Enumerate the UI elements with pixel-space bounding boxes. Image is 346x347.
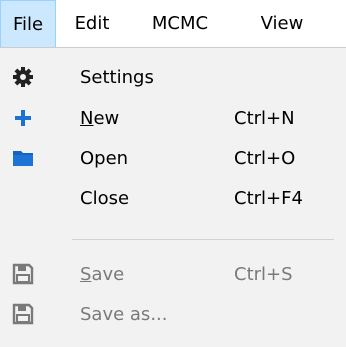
menu-item-shortcut: Ctrl+N	[234, 108, 295, 129]
menu-item-close[interactable]: Close Ctrl+F4	[0, 179, 346, 218]
floppy-disk-icon	[11, 302, 35, 326]
gear-icon	[11, 65, 35, 89]
menu-item-label: Save	[80, 255, 124, 294]
menu-item-label: Save as...	[80, 304, 168, 325]
menu-separator	[72, 239, 334, 240]
menu-item-open[interactable]: Open Ctrl+O	[0, 139, 346, 178]
file-menu-dropdown: Settings New Ctrl+N Open Ctrl+O Close Ct…	[0, 47, 346, 347]
menu-item-shortcut: Ctrl+O	[234, 148, 296, 169]
menu-item-save[interactable]: Save Ctrl+S	[0, 255, 346, 294]
label-rest: ave	[91, 264, 125, 285]
menu-item-shortcut: Ctrl+F4	[234, 188, 303, 209]
menu-item-shortcut: Ctrl+S	[234, 264, 293, 285]
menu-file[interactable]: File	[0, 0, 56, 48]
label-rest: ew	[93, 108, 120, 129]
mnemonic-letter: N	[80, 108, 94, 129]
menu-item-label: Settings	[80, 67, 154, 88]
floppy-disk-icon	[11, 262, 35, 286]
menu-view[interactable]: View	[252, 0, 312, 48]
folder-icon	[11, 146, 35, 170]
menu-edit[interactable]: Edit	[70, 0, 114, 48]
menu-bar: File Edit MCMC View	[0, 0, 346, 48]
plus-icon	[11, 106, 35, 130]
menu-mcmc[interactable]: MCMC	[144, 0, 216, 48]
menu-item-label: Open	[80, 148, 129, 169]
menu-item-new[interactable]: New Ctrl+N	[0, 99, 346, 138]
menu-item-label: New	[80, 99, 119, 138]
menu-item-settings[interactable]: Settings	[0, 58, 346, 97]
mnemonic-letter: S	[80, 264, 92, 285]
menu-item-save-as[interactable]: Save as...	[0, 295, 346, 334]
menu-item-label: Close	[80, 188, 130, 209]
